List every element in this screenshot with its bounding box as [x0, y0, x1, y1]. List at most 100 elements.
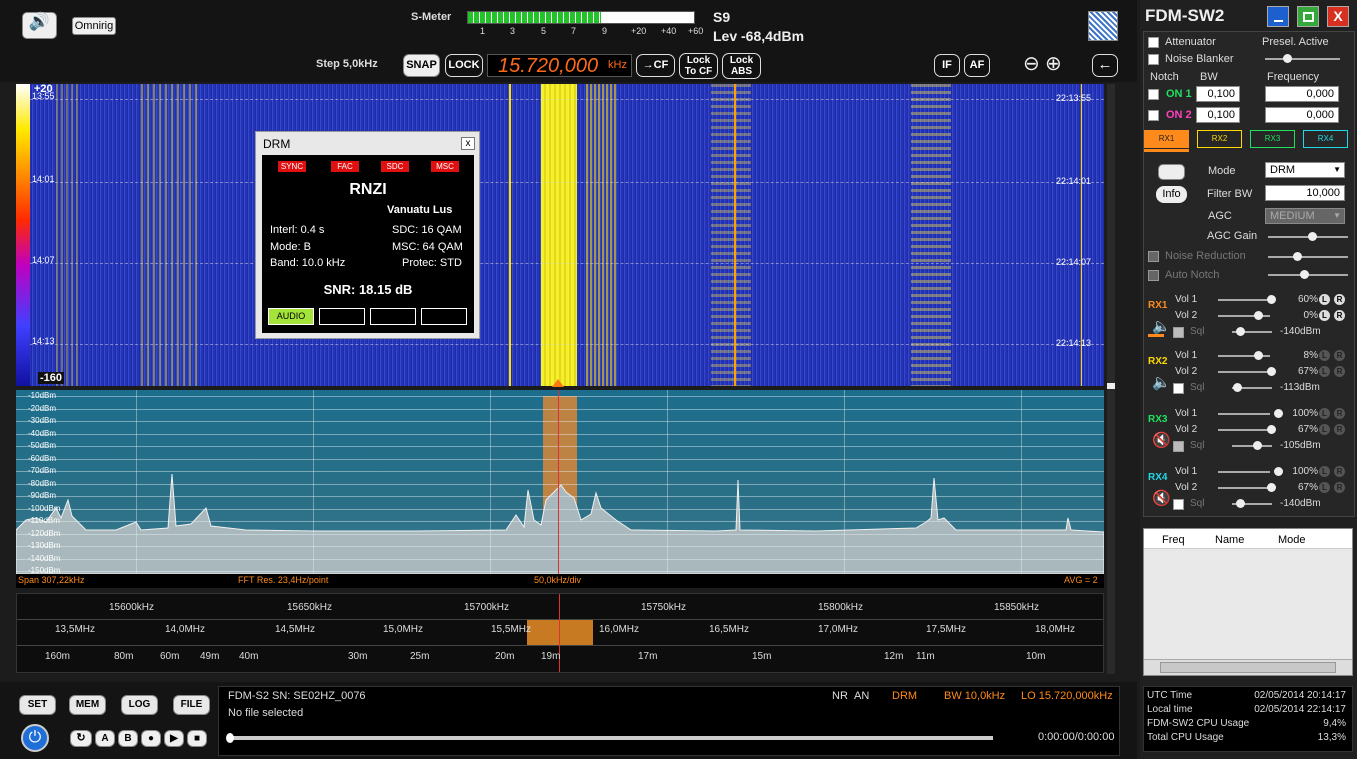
playback-slider[interactable]	[226, 733, 993, 743]
lock-button[interactable]: LOCK	[445, 54, 483, 77]
minimize-button[interactable]	[1267, 6, 1289, 27]
vol1-slider[interactable]	[1218, 467, 1284, 476]
right-channel-toggle[interactable]: R	[1334, 424, 1345, 435]
mem-col-name[interactable]: Name	[1215, 534, 1244, 546]
speaker-muted-icon[interactable]: 🔇	[1152, 489, 1171, 507]
noise-blanker-slider[interactable]	[1265, 54, 1340, 63]
lock-to-cf-button[interactable]: Lock To CF	[679, 53, 718, 79]
file-button[interactable]: FILE	[173, 695, 210, 715]
vol2-slider[interactable]	[1218, 367, 1276, 376]
notch1-checkbox[interactable]	[1148, 89, 1159, 100]
noise-reduction-checkbox[interactable]	[1148, 251, 1159, 262]
af-button[interactable]: AF	[964, 54, 990, 77]
drm-service-2[interactable]	[319, 308, 365, 325]
vol1-slider[interactable]	[1218, 409, 1284, 418]
stop-icon[interactable]: ■	[187, 730, 207, 747]
left-channel-toggle[interactable]: L	[1319, 350, 1330, 361]
attenuator-checkbox[interactable]	[1148, 37, 1159, 48]
right-channel-toggle[interactable]: R	[1334, 408, 1345, 419]
drm-close-button[interactable]: x	[461, 137, 475, 150]
vol2-slider[interactable]	[1218, 311, 1270, 320]
set-button[interactable]: SET	[19, 695, 56, 715]
zoom-out-icon[interactable]: ⊖	[1023, 51, 1040, 76]
sql-checkbox[interactable]	[1173, 327, 1184, 338]
drm-service-4[interactable]	[421, 308, 467, 325]
frequency-display[interactable]: 15.720,000 kHz	[487, 54, 632, 77]
speaker-icon[interactable]: 🔈	[1152, 317, 1171, 335]
filter-bw-input[interactable]: 10,000	[1265, 185, 1345, 201]
right-channel-toggle[interactable]: R	[1334, 482, 1345, 493]
speaker-muted-icon[interactable]: 🔇	[1152, 431, 1171, 449]
back-arrow-button[interactable]: ←	[1092, 54, 1118, 77]
sql-slider[interactable]	[1232, 383, 1272, 392]
left-channel-toggle[interactable]: L	[1319, 408, 1330, 419]
sql-checkbox[interactable]	[1173, 499, 1184, 510]
vol2-slider[interactable]	[1218, 483, 1276, 492]
left-channel-toggle[interactable]: L	[1319, 366, 1330, 377]
notch2-bw-input[interactable]: 0,100	[1196, 107, 1240, 123]
notch1-freq-input[interactable]: 0,000	[1265, 86, 1339, 102]
sql-slider[interactable]	[1232, 499, 1272, 508]
memory-list[interactable]: Freq Name Mode	[1143, 528, 1353, 676]
rx-tab-1[interactable]: RX1	[1144, 130, 1189, 148]
right-channel-toggle[interactable]: R	[1334, 310, 1345, 321]
maximize-button[interactable]	[1297, 6, 1319, 27]
vol2-knob[interactable]	[1266, 425, 1276, 434]
rx-tab-3[interactable]: RX3	[1250, 130, 1295, 148]
sql-slider[interactable]	[1232, 327, 1272, 336]
sql-knob[interactable]	[1236, 499, 1245, 508]
a-marker-button[interactable]: A	[95, 730, 115, 747]
vol1-knob[interactable]	[1254, 351, 1263, 360]
keypad-icon[interactable]	[1158, 164, 1185, 180]
vertical-splitter[interactable]	[1107, 84, 1115, 674]
notch2-checkbox[interactable]	[1148, 110, 1159, 121]
info-button[interactable]: Info	[1156, 186, 1187, 203]
b-marker-button[interactable]: B	[118, 730, 138, 747]
play-icon[interactable]: ▶	[164, 730, 184, 747]
resize-grip-icon[interactable]	[1088, 11, 1118, 41]
vol2-knob[interactable]	[1254, 311, 1263, 320]
vol2-knob[interactable]	[1266, 367, 1276, 376]
mem-col-freq[interactable]: Freq	[1162, 534, 1185, 546]
log-button[interactable]: LOG	[121, 695, 158, 715]
right-channel-toggle[interactable]: R	[1334, 350, 1345, 361]
vol2-slider[interactable]	[1218, 425, 1276, 434]
sql-checkbox[interactable]	[1173, 383, 1184, 394]
right-channel-toggle[interactable]: R	[1334, 366, 1345, 377]
sql-knob[interactable]	[1253, 441, 1262, 450]
sql-knob[interactable]	[1236, 327, 1245, 336]
notch1-bw-input[interactable]: 0,100	[1196, 86, 1240, 102]
notch2-freq-input[interactable]: 0,000	[1265, 107, 1339, 123]
loop-icon[interactable]: ↻	[70, 730, 92, 747]
waterfall[interactable]: +20 -160 13:55 22:13:55 14:01 22:14:01 14:07…	[16, 84, 1104, 386]
left-channel-toggle[interactable]: L	[1319, 310, 1330, 321]
vol2-knob[interactable]	[1266, 483, 1276, 492]
sql-knob[interactable]	[1233, 383, 1242, 392]
if-button[interactable]: IF	[934, 54, 960, 77]
noise-reduction-slider[interactable]	[1268, 252, 1348, 261]
spectrum[interactable]: -10dBm -20dBm -30dBm -40dBm -50dBm -60dBm -70d…	[16, 390, 1104, 574]
left-channel-toggle[interactable]: L	[1319, 482, 1330, 493]
rx-tab-4[interactable]: RX4	[1303, 130, 1348, 148]
left-channel-toggle[interactable]: L	[1319, 294, 1330, 305]
agc-gain-slider[interactable]	[1268, 232, 1348, 241]
record-icon[interactable]: ●	[141, 730, 161, 747]
mem-button[interactable]: MEM	[69, 695, 106, 715]
sql-checkbox[interactable]	[1173, 441, 1184, 452]
to-cf-button[interactable]: →CF	[636, 54, 675, 77]
close-icon[interactable]: X	[1327, 6, 1349, 27]
rx-tab-2[interactable]: RX2	[1197, 130, 1242, 148]
speaker-button[interactable]: 🔊	[22, 12, 57, 39]
drm-service-3[interactable]	[370, 308, 416, 325]
sql-slider[interactable]	[1232, 441, 1272, 450]
snap-button[interactable]: SNAP	[403, 54, 440, 77]
omnirig-button[interactable]: Omnirig	[72, 17, 116, 35]
power-icon[interactable]: ⏻	[21, 724, 49, 752]
mode-select[interactable]: DRM ▼	[1265, 162, 1345, 178]
zoom-in-icon[interactable]: ⊕	[1045, 51, 1062, 76]
agc-select[interactable]: MEDIUM ▼	[1265, 208, 1345, 224]
noise-blanker-checkbox[interactable]	[1148, 54, 1159, 65]
left-channel-toggle[interactable]: L	[1319, 466, 1330, 477]
vol1-slider[interactable]	[1218, 295, 1276, 304]
frequency-scale[interactable]: 15600kHz 15650kHz 15700kHz 15750kHz 15800kHz…	[16, 593, 1104, 673]
